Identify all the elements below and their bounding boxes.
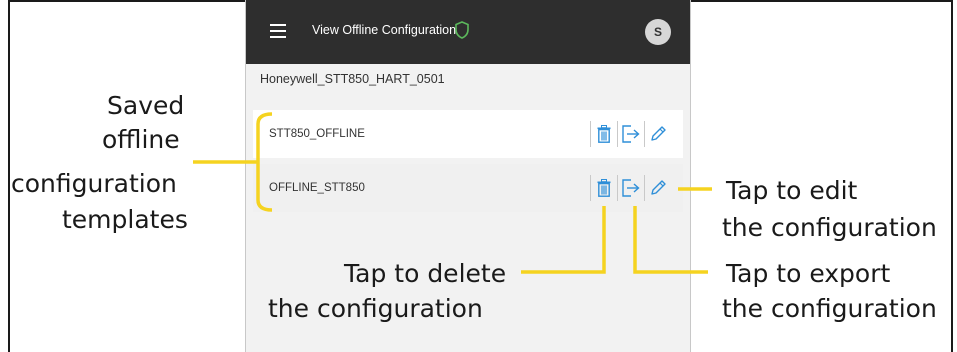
callout-lines bbox=[193, 112, 712, 274]
templates-bracket bbox=[256, 112, 273, 212]
delete-pointer bbox=[521, 206, 606, 274]
export-pointer bbox=[633, 206, 708, 274]
